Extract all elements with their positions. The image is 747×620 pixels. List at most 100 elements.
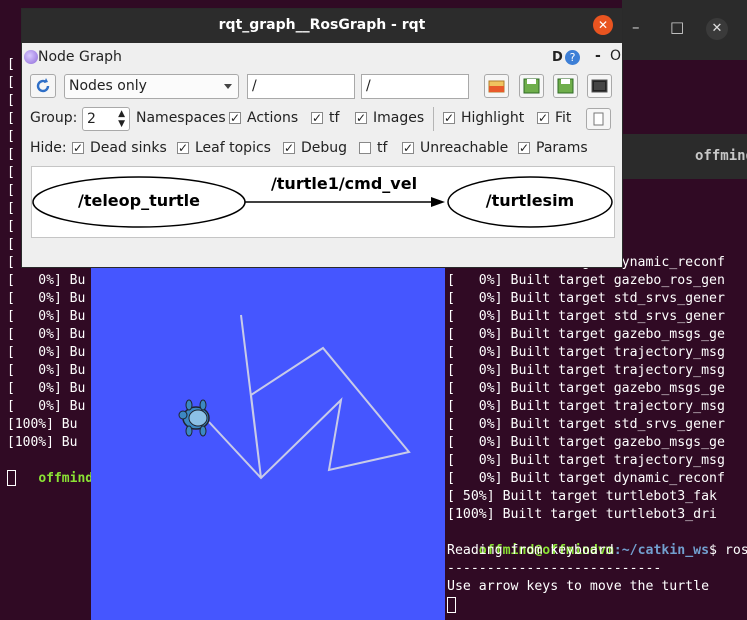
- left-terminal-line: [ 0%] Bu: [7, 291, 86, 306]
- left-terminal-line: [: [7, 93, 15, 108]
- screenshot-button[interactable]: [587, 74, 612, 98]
- node-teleop-turtle[interactable]: /teleop_turtle: [32, 191, 246, 210]
- minimize-plugin-button[interactable]: -: [595, 48, 601, 64]
- refresh-button[interactable]: [30, 74, 56, 98]
- left-terminal-line: [: [7, 237, 15, 252]
- right-terminal-line: [ 0%] Built target gazebo_msgs_ge: [447, 381, 725, 396]
- leaf-topics-checkbox[interactable]: ✓: [177, 142, 189, 154]
- node-turtlesim[interactable]: /turtlesim: [448, 191, 612, 210]
- right-terminal-line: [ 0%] Built target trajectory_msg: [447, 399, 725, 414]
- tf-label: tf: [329, 110, 340, 126]
- spin-arrows-icon[interactable]: ▲ ▼: [118, 109, 125, 129]
- right-terminal-line: [100%] Built target turtlebot3_dri: [447, 507, 717, 522]
- dead-sinks-checkbox[interactable]: ✓: [72, 142, 84, 154]
- images-checkbox[interactable]: ✓: [355, 112, 367, 124]
- right-terminal-line: [ 0%] Built target std_srvs_gener: [447, 417, 725, 432]
- tf-hide-label: tf: [377, 140, 388, 156]
- namespace-filter-input[interactable]: /: [247, 74, 355, 99]
- right-terminal-line: [ 0%] Built target trajectory_msg: [447, 363, 725, 378]
- help-icon[interactable]: ?: [565, 50, 580, 65]
- highlight-checkbox[interactable]: ✓: [443, 112, 455, 124]
- topic-filter-input[interactable]: /: [361, 74, 469, 99]
- save-icon: [523, 78, 540, 94]
- left-terminal-line: [100%] Bu: [7, 417, 78, 432]
- save-dot-button[interactable]: [519, 74, 544, 98]
- turtlesim-canvas: [91, 240, 445, 620]
- reading-line: Reading from keyboard: [447, 543, 614, 558]
- graph-type-select[interactable]: Nodes only: [64, 74, 239, 99]
- tf-hide-checkbox[interactable]: [359, 142, 371, 154]
- hint-line: Use arrow keys to move the turtle: [447, 579, 710, 594]
- plugin-title: Node Graph: [38, 49, 122, 65]
- turtle-icon: [178, 399, 210, 437]
- save-image-icon: [557, 78, 574, 94]
- turtle-trail: [208, 314, 411, 480]
- left-terminal-line: [: [7, 219, 15, 234]
- dock-button[interactable]: D: [552, 50, 563, 65]
- params-label: Params: [536, 140, 588, 156]
- tf-checkbox[interactable]: ✓: [311, 112, 323, 124]
- left-terminal-line: [: [7, 57, 15, 72]
- right-terminal-line: [ 0%] Built target trajectory_msg: [447, 453, 725, 468]
- unreachable-checkbox[interactable]: ✓: [402, 142, 414, 154]
- left-terminal-line: [ 0%] Bu: [7, 363, 86, 378]
- left-terminal-line: [ 0%] Bu: [7, 327, 86, 342]
- left-terminal-line: [: [7, 201, 15, 216]
- background-window-controls: – □ ✕: [622, 0, 747, 60]
- right-terminal-line: [ 0%] Built target std_srvs_gener: [447, 309, 725, 324]
- terminal-cursor: [447, 597, 456, 613]
- toolbar-divider: [433, 107, 434, 131]
- plugin-icon: [24, 50, 38, 64]
- right-terminal-line: [ 0%] Built target gazebo_msgs_ge: [447, 327, 725, 342]
- close-plugin-button[interactable]: O: [610, 48, 621, 64]
- hide-row: Hide: ✓ Dead sinks ✓ Leaf topics ✓ Debug…: [22, 137, 622, 161]
- fit-label: Fit: [555, 110, 572, 126]
- right-terminal-line: [ 0%] Built target gazebo_ros_gen: [447, 273, 725, 288]
- left-terminal-line: [ 0%] Bu: [7, 309, 86, 324]
- maximize-button[interactable]: □: [670, 18, 684, 36]
- fit-view-button[interactable]: [586, 108, 611, 130]
- edge-label-cmd-vel[interactable]: /turtle1/cmd_vel: [244, 174, 444, 193]
- rqt-titlebar[interactable]: rqt_graph__RosGraph - rqt ✕: [22, 9, 622, 43]
- namespaces-label: Namespaces: [136, 110, 226, 126]
- debug-checkbox[interactable]: ✓: [283, 142, 295, 154]
- actions-checkbox[interactable]: ✓: [229, 112, 241, 124]
- folder-icon: [488, 80, 505, 93]
- left-terminal-line: [ 0%] Bu: [7, 381, 86, 396]
- params-checkbox[interactable]: ✓: [518, 142, 530, 154]
- group-spinbox[interactable]: 2 ▲ ▼: [82, 107, 130, 131]
- toolbar-row-2: Group: 2 ▲ ▼ Namespaces ✓ Actions ✓ tf ✓ …: [22, 105, 622, 133]
- actions-label: Actions: [247, 110, 299, 126]
- highlight-label: Highlight: [461, 110, 525, 126]
- left-terminal-line: [: [7, 255, 15, 270]
- left-terminal-line: [100%] Bu: [7, 435, 78, 450]
- load-dot-button[interactable]: [484, 74, 509, 98]
- right-terminal-line: [ 0%] Built target trajectory_msg: [447, 345, 725, 360]
- right-terminal-line: [ 0%] Built target gazebo_msgs_ge: [447, 435, 725, 450]
- right-terminal-line: [ 50%] Built target turtlebot3_fak: [447, 489, 717, 504]
- plugin-header: Node Graph D ? - O: [22, 43, 622, 71]
- fit-checkbox[interactable]: ✓: [537, 112, 549, 124]
- unreachable-label: Unreachable: [420, 140, 509, 156]
- left-terminal-line: [: [7, 129, 15, 144]
- leaf-topics-label: Leaf topics: [195, 140, 271, 156]
- rqt-window[interactable]: rqt_graph__RosGraph - rqt ✕ Node Graph D…: [21, 8, 623, 268]
- debug-label: Debug: [301, 140, 348, 156]
- images-label: Images: [373, 110, 425, 126]
- left-terminal-line: [ 0%] Bu: [7, 345, 86, 360]
- graph-view[interactable]: /teleop_turtle /turtle1/cmd_vel /turtles…: [31, 166, 615, 238]
- minimize-button[interactable]: –: [632, 18, 640, 36]
- group-label: Group:: [30, 110, 78, 126]
- save-svg-button[interactable]: [553, 74, 578, 98]
- chevron-down-icon: [224, 84, 232, 89]
- rqt-window-title: rqt_graph__RosGraph - rqt: [218, 17, 426, 33]
- dashes-line: ---------------------------: [447, 561, 662, 576]
- left-terminal-line: [ 0%] Bu: [7, 399, 86, 414]
- rqt-close-button[interactable]: ✕: [593, 15, 613, 35]
- close-button[interactable]: ✕: [706, 18, 728, 40]
- right-terminal-line: [ 0%] Built target std_srvs_gener: [447, 291, 725, 306]
- toolbar-row-1: Nodes only / /: [22, 73, 622, 101]
- edge-arrowhead: [431, 197, 445, 207]
- left-terminal-line: [: [7, 111, 15, 126]
- image-icon: [591, 79, 608, 93]
